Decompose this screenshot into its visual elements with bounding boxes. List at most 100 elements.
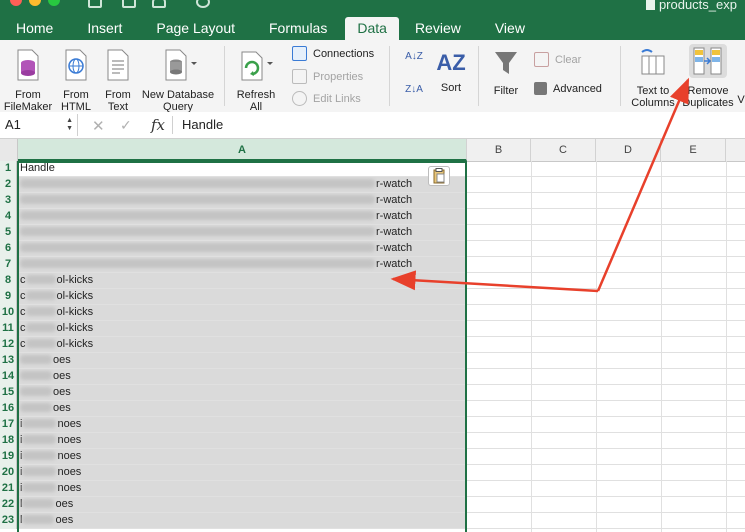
cell-a[interactable]: oes bbox=[18, 401, 466, 416]
cell-a[interactable]: r-watch bbox=[18, 241, 466, 256]
tab-review[interactable]: Review bbox=[399, 17, 479, 40]
cell-a[interactable]: c ol-kicks bbox=[18, 305, 466, 320]
row-header[interactable]: 5 bbox=[0, 225, 17, 241]
cell-a[interactable]: r-watch bbox=[18, 257, 466, 272]
minimize-window-button[interactable] bbox=[29, 0, 41, 6]
close-window-button[interactable] bbox=[10, 0, 22, 6]
cell-a[interactable]: c ol-kicks bbox=[18, 273, 466, 288]
cell-a[interactable]: r-watch bbox=[18, 177, 466, 192]
cell-a[interactable]: c ol-kicks bbox=[18, 321, 466, 336]
advanced-filter-button[interactable]: Advanced bbox=[534, 82, 602, 95]
cell-a[interactable]: r-watch bbox=[18, 193, 466, 208]
name-box-stepper-icon[interactable]: ▲ ▼ bbox=[66, 117, 73, 133]
tab-data[interactable]: Data bbox=[345, 17, 399, 40]
cell-a[interactable]: c ol-kicks bbox=[18, 337, 466, 352]
row-header[interactable]: 13 bbox=[0, 353, 17, 369]
row-header[interactable]: 21 bbox=[0, 481, 17, 497]
row-header[interactable]: 3 bbox=[0, 193, 17, 209]
row-header[interactable]: 7 bbox=[0, 257, 17, 273]
zoom-window-button[interactable] bbox=[48, 0, 60, 6]
column-header-d[interactable]: D bbox=[596, 139, 661, 161]
cell-a[interactable]: l oes bbox=[18, 497, 466, 512]
cell-a[interactable]: oes bbox=[18, 369, 466, 384]
properties-button[interactable]: Properties bbox=[292, 69, 363, 84]
cell-a[interactable]: i noes bbox=[18, 417, 466, 432]
worksheet-grid[interactable]: 1 Handle 2 r-watch 3 r-watch 4 r-watch 5 r-watch 6… bbox=[0, 161, 745, 532]
formula-input[interactable]: Handle bbox=[182, 117, 223, 132]
redacted-text bbox=[20, 355, 52, 364]
filter-button[interactable]: Filter bbox=[488, 48, 524, 97]
from-filemaker-button[interactable]: From FileMaker bbox=[2, 48, 54, 113]
column-header-b[interactable]: B bbox=[467, 139, 531, 161]
cell-a[interactable]: i noes bbox=[18, 433, 466, 448]
tab-home[interactable]: Home bbox=[0, 17, 71, 40]
text-to-columns-button[interactable]: Text to Columns bbox=[628, 48, 678, 109]
connections-button[interactable]: Connections bbox=[292, 46, 374, 61]
row-header[interactable]: 15 bbox=[0, 385, 17, 401]
column-header-e[interactable]: E bbox=[661, 139, 726, 161]
cell-prefix: c bbox=[20, 306, 26, 318]
redacted-text bbox=[25, 275, 56, 284]
row-header[interactable]: 6 bbox=[0, 241, 17, 257]
cell-a[interactable]: i noes bbox=[18, 481, 466, 496]
ribbon-divider bbox=[389, 46, 390, 106]
cell-a[interactable]: oes bbox=[18, 385, 466, 400]
cut-off-ribbon-item[interactable]: V bbox=[736, 94, 745, 106]
sort-a-to-z-button[interactable]: A↓Z bbox=[402, 51, 426, 62]
cell-value: oes bbox=[55, 514, 74, 526]
print-icon[interactable] bbox=[122, 0, 136, 8]
name-box[interactable]: A1 ▲ ▼ bbox=[0, 114, 78, 136]
sort-button[interactable]: AZ Sort bbox=[436, 48, 466, 94]
cell-value: oes bbox=[53, 370, 71, 382]
cell-a[interactable]: r-watch bbox=[18, 225, 466, 240]
row-header[interactable]: 23 bbox=[0, 513, 17, 529]
tab-view[interactable]: View bbox=[479, 17, 543, 40]
cell-prefix: c bbox=[20, 338, 26, 350]
tab-page-layout[interactable]: Page Layout bbox=[140, 17, 253, 40]
tab-formulas[interactable]: Formulas bbox=[253, 17, 345, 40]
select-all-corner[interactable] bbox=[0, 139, 18, 161]
save-icon[interactable] bbox=[88, 0, 102, 8]
table-row: 10 c ol-kicks bbox=[0, 305, 745, 321]
redo-icon[interactable] bbox=[196, 0, 210, 8]
tab-insert[interactable]: Insert bbox=[71, 17, 140, 40]
insert-function-icon[interactable]: fx bbox=[151, 116, 165, 134]
enter-icon[interactable]: ✓ bbox=[120, 117, 132, 134]
row-header[interactable]: 18 bbox=[0, 433, 17, 449]
column-header-c[interactable]: C bbox=[531, 139, 596, 161]
row-header[interactable]: 16 bbox=[0, 401, 17, 417]
row-header[interactable]: 20 bbox=[0, 465, 17, 481]
column-header-a[interactable]: A bbox=[18, 139, 467, 161]
row-header[interactable]: 14 bbox=[0, 369, 17, 385]
row-header[interactable]: 22 bbox=[0, 497, 17, 513]
row-header[interactable]: 9 bbox=[0, 289, 17, 305]
clear-filter-button[interactable]: Clear bbox=[534, 52, 581, 67]
cell-a[interactable]: l oes bbox=[18, 513, 466, 528]
row-header[interactable]: 4 bbox=[0, 209, 17, 225]
undo-icon[interactable] bbox=[152, 0, 166, 8]
from-text-button[interactable]: From Text bbox=[100, 48, 136, 113]
row-header[interactable]: 8 bbox=[0, 273, 17, 289]
cell-a[interactable]: oes bbox=[18, 353, 466, 368]
from-html-button[interactable]: From HTML bbox=[56, 48, 96, 113]
cell-a[interactable]: c ol-kicks bbox=[18, 289, 466, 304]
sort-z-to-a-button[interactable]: Z↓A bbox=[402, 84, 426, 95]
row-header[interactable]: 1 bbox=[0, 161, 17, 177]
cell-a[interactable]: r-watch bbox=[18, 209, 466, 224]
row-header[interactable]: 19 bbox=[0, 449, 17, 465]
cancel-icon[interactable]: ✕ bbox=[92, 117, 105, 135]
row-header[interactable]: 12 bbox=[0, 337, 17, 353]
paste-options-button[interactable] bbox=[428, 166, 450, 186]
cell-a[interactable]: Handle bbox=[18, 161, 466, 176]
row-header[interactable]: 2 bbox=[0, 177, 17, 193]
row-header[interactable]: 17 bbox=[0, 417, 17, 433]
cell-a[interactable]: i noes bbox=[18, 449, 466, 464]
row-header[interactable]: 10 bbox=[0, 305, 17, 321]
edit-links-button[interactable]: Edit Links bbox=[292, 91, 361, 106]
cell-value: oes bbox=[55, 498, 74, 510]
new-database-query-button[interactable]: New Database Query bbox=[138, 48, 218, 113]
cell-a[interactable]: i noes bbox=[18, 465, 466, 480]
remove-duplicates-button[interactable]: Remove Duplicates bbox=[682, 44, 734, 109]
refresh-all-button[interactable]: Refresh All bbox=[230, 48, 282, 113]
row-header[interactable]: 11 bbox=[0, 321, 17, 337]
